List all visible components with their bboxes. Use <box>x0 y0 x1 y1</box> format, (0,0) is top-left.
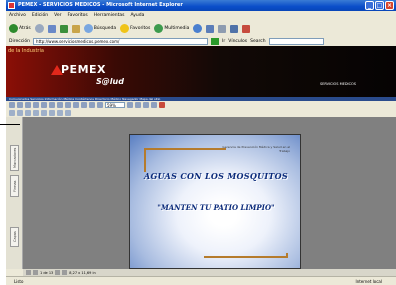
line-icon[interactable] <box>41 110 47 116</box>
brand-name: PEMEX <box>61 63 107 76</box>
menu-ver[interactable]: Ver <box>54 11 61 20</box>
decorative-bracket-bottom <box>204 253 288 258</box>
zoom-out-icon[interactable] <box>97 102 103 108</box>
mail-icon[interactable] <box>206 24 215 33</box>
email-icon[interactable] <box>25 102 31 108</box>
rotate-icon[interactable] <box>151 102 157 108</box>
multimedia-button[interactable]: Multimedia <box>154 24 189 33</box>
zoom-field[interactable]: 59% <box>105 102 125 108</box>
browser-window: PEMEX - SERVICIOS MEDICOS - Microsoft In… <box>6 0 396 285</box>
slide-subtitle: "MANTEN TU PATIO LIMPIO" <box>157 203 275 212</box>
pdf-toolbar: 59% <box>6 101 396 109</box>
print-icon[interactable] <box>17 102 23 108</box>
pencil-icon[interactable] <box>33 110 39 116</box>
prev-page-icon[interactable] <box>73 102 79 108</box>
decorative-bar <box>144 148 146 172</box>
hand-tool-icon[interactable] <box>41 102 47 108</box>
search-input[interactable] <box>268 38 324 45</box>
next-page-icon[interactable] <box>81 102 87 108</box>
prev-page-button[interactable] <box>33 270 38 275</box>
zoom-icon[interactable] <box>57 102 63 108</box>
menu-ayuda[interactable]: Ayuda <box>130 11 144 20</box>
menu-bar: Archivo Edición Ver Favoritos Herramient… <box>6 11 396 20</box>
first-page-button[interactable] <box>26 270 31 275</box>
pdf-slide-page: Gerencia de Prevención Médica y Salud en… <box>129 134 301 269</box>
print-icon[interactable] <box>218 24 227 33</box>
home-icon[interactable] <box>71 24 80 33</box>
stamp-icon[interactable] <box>25 110 31 116</box>
pdf-navigation-panel: Marcadores Firmas Capas <box>6 117 23 269</box>
messenger-icon[interactable] <box>242 24 251 33</box>
tab-layers[interactable]: Capas <box>10 227 19 247</box>
page-indicator[interactable]: 1 de 13 <box>40 271 53 275</box>
history-icon[interactable] <box>193 24 203 33</box>
last-page-button[interactable] <box>62 270 68 275</box>
status-bar: Listo Internet local <box>6 276 396 285</box>
pdf-toolbar-secondary <box>6 109 396 117</box>
search-icon[interactable] <box>33 102 39 108</box>
comment-icon[interactable] <box>9 110 15 116</box>
back-button[interactable]: Atrás <box>9 24 31 33</box>
fit-width-icon[interactable] <box>143 102 149 108</box>
brand-sub: S@lud <box>96 77 124 86</box>
callout-line <box>0 124 20 125</box>
window-title: PEMEX - SERVICIOS MEDICOS - Microsoft In… <box>18 2 183 8</box>
page-size: 8,27 x 11,69 in <box>69 270 96 275</box>
tab-signatures[interactable]: Firmas <box>10 175 19 197</box>
last-page-icon[interactable] <box>89 102 95 108</box>
banner-tagline: de la Industria <box>8 48 44 54</box>
shape-icon[interactable] <box>49 110 55 116</box>
forward-arrow-icon[interactable] <box>34 24 44 33</box>
search-icon <box>83 24 93 33</box>
address-input[interactable]: http://www.serviciosmedicos.pemex.com/ <box>33 38 209 45</box>
edit-icon[interactable] <box>230 24 239 33</box>
go-label: Ir <box>222 39 226 44</box>
text-icon[interactable] <box>57 110 63 116</box>
search-button[interactable]: Búsqueda <box>83 24 116 33</box>
menu-herramientas[interactable]: Herramientas <box>94 11 125 20</box>
zoom-in-icon[interactable] <box>127 102 133 108</box>
maximize-button[interactable]: □ <box>375 1 384 10</box>
decorative-bracket <box>144 148 226 153</box>
favorites-button[interactable]: Favoritos <box>120 24 150 33</box>
fit-page-icon[interactable] <box>135 102 141 108</box>
go-button[interactable] <box>211 38 220 45</box>
menu-favoritos[interactable]: Favoritos <box>67 11 87 20</box>
minimize-button[interactable]: _ <box>365 1 374 10</box>
address-label: Dirección <box>9 39 31 44</box>
first-page-icon[interactable] <box>65 102 71 108</box>
status-text: Listo <box>14 279 24 284</box>
acrobat-icon[interactable] <box>159 102 165 108</box>
star-icon <box>120 24 130 33</box>
pemex-banner: de la Industria PEMEX S@lud SERVICIOS ME… <box>6 46 396 97</box>
banner-right-text: SERVICIOS MEDICOS <box>319 82 356 86</box>
next-page-button[interactable] <box>55 270 61 275</box>
pdf-page-bar: 1 de 13 8,27 x 11,69 in <box>23 269 396 276</box>
slide-title: AGUAS CON LOS MOSQUITOS <box>143 171 289 181</box>
title-bar: PEMEX - SERVICIOS MEDICOS - Microsoft In… <box>6 0 396 11</box>
pdf-document-view[interactable]: Gerencia de Prevención Médica y Salud en… <box>23 117 396 269</box>
security-zone: Internet local <box>355 279 382 284</box>
attach-icon[interactable] <box>65 110 71 116</box>
search-label: Search <box>250 39 266 44</box>
refresh-icon[interactable] <box>59 24 68 33</box>
menu-archivo[interactable]: Archivo <box>9 11 26 20</box>
select-text-icon[interactable] <box>49 102 55 108</box>
standard-toolbar: Atrás Búsqueda Favoritos Multimedia <box>6 20 396 37</box>
stop-icon[interactable] <box>47 24 56 33</box>
ie-icon <box>8 2 15 9</box>
highlight-icon[interactable] <box>17 110 23 116</box>
address-bar: Dirección http://www.serviciosmedicos.pe… <box>6 37 396 46</box>
links-label[interactable]: Vínculos <box>228 39 247 44</box>
menu-edicion[interactable]: Edición <box>32 11 48 20</box>
slide-header: Gerencia de Prevención Médica y Salud en… <box>222 145 290 153</box>
save-icon[interactable] <box>9 102 15 108</box>
back-arrow-icon <box>9 24 18 33</box>
media-icon <box>154 24 164 33</box>
tab-bookmarks[interactable]: Marcadores <box>10 145 19 171</box>
close-button[interactable]: × <box>385 1 394 10</box>
